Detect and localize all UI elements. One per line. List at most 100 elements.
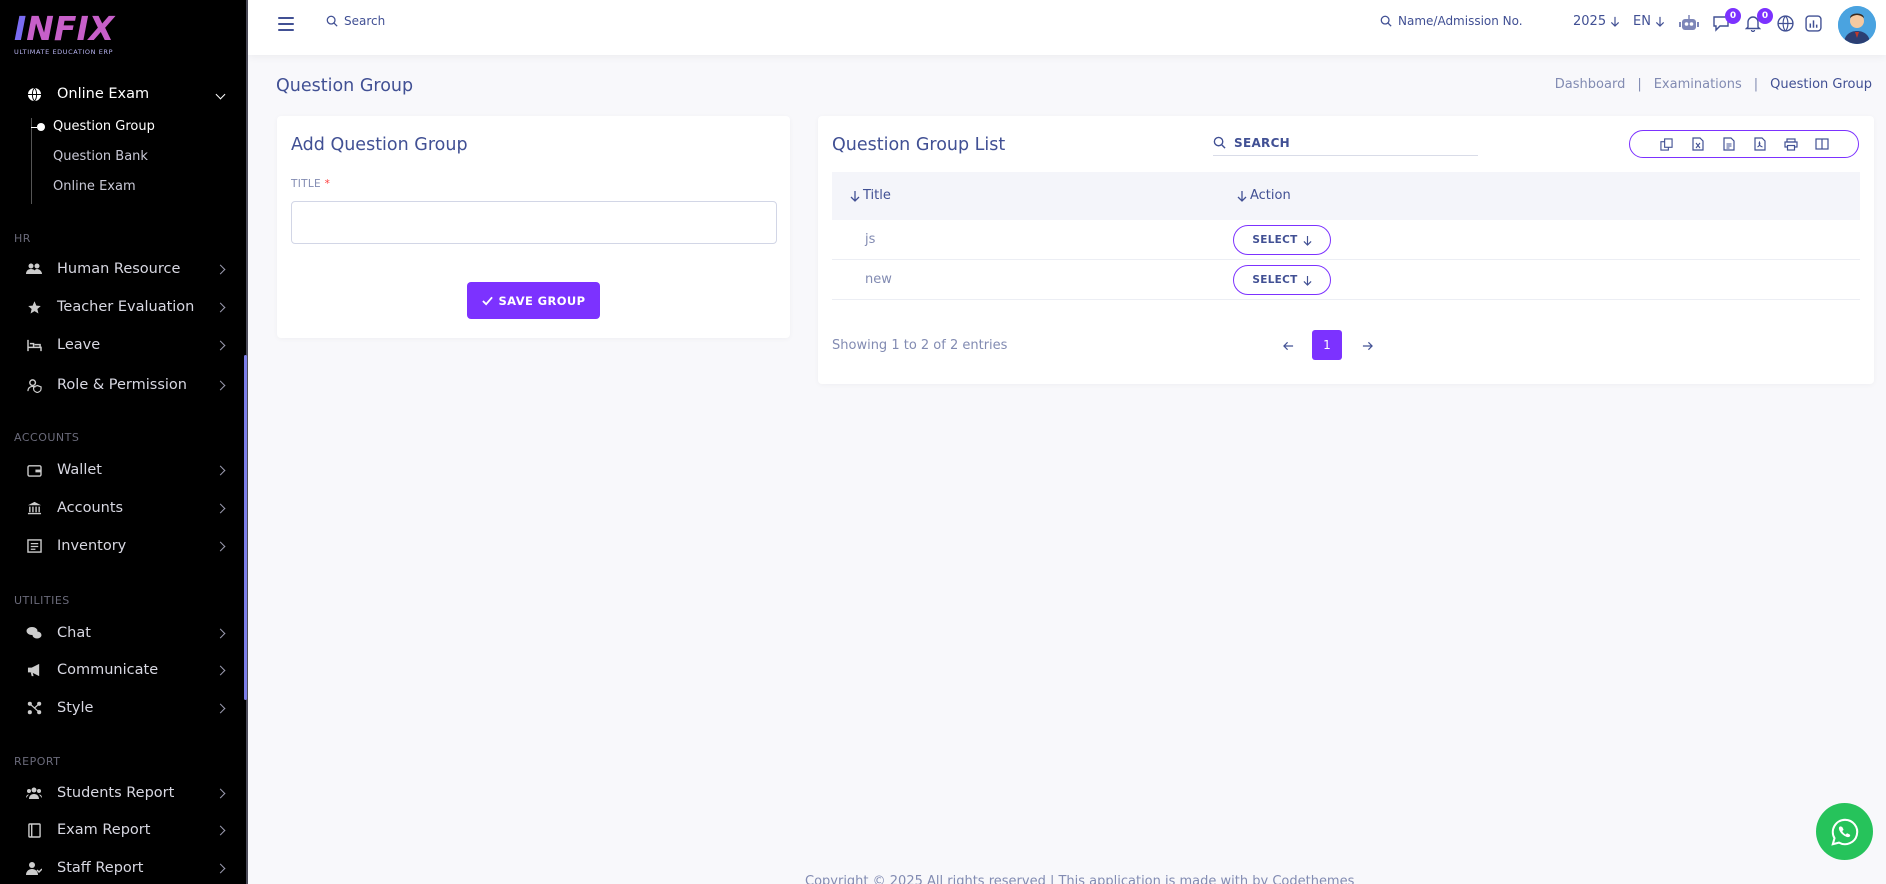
sidebar: INFIX ULTIMATE EDUCATION ERP Online Exam…	[0, 0, 246, 884]
sidebar-item-role-permission[interactable]: Role & Permission	[0, 370, 246, 400]
chevron-right-icon	[215, 703, 226, 713]
row-title: js	[865, 232, 876, 247]
chevron-right-icon	[215, 541, 226, 551]
sidebar-item-leave[interactable]: Leave	[0, 330, 246, 360]
student-search-label: Name/Admission No.	[1398, 14, 1523, 28]
student-search[interactable]: Name/Admission No.	[1380, 14, 1523, 28]
megaphone-icon	[25, 661, 43, 679]
column-header-action[interactable]: Action	[1237, 188, 1291, 203]
breadcrumb-examinations[interactable]: Examinations	[1654, 77, 1742, 92]
sidebar-subitem-online-exam[interactable]: Online Exam	[53, 179, 136, 194]
analytics-icon[interactable]	[1802, 12, 1824, 34]
book-icon	[25, 821, 43, 839]
chat-bubble-icon[interactable]: 0	[1710, 8, 1741, 34]
sidebar-subitem-question-group[interactable]: Question Group	[53, 119, 155, 134]
sidebar-item-label: Exam Report	[57, 822, 151, 838]
sidebar-subitem-question-bank[interactable]: Question Bank	[53, 149, 148, 164]
language-value: EN	[1633, 14, 1651, 29]
arrow-down-icon	[1611, 16, 1620, 27]
column-header-label: Title	[863, 188, 891, 203]
sidebar-item-style[interactable]: Style	[0, 693, 246, 723]
whatsapp-icon	[1830, 818, 1858, 846]
required-mark: *	[324, 178, 331, 190]
logo-wordmark: INFIX	[14, 9, 115, 48]
excel-icon[interactable]	[1682, 132, 1713, 156]
title-input[interactable]	[291, 201, 777, 244]
chevron-right-icon	[215, 340, 226, 350]
sidebar-item-students-report[interactable]: Students Report	[0, 778, 246, 808]
logo[interactable]: INFIX ULTIMATE EDUCATION ERP	[14, 12, 124, 58]
sidebar-item-wallet[interactable]: Wallet	[0, 455, 246, 485]
select-label: SELECT	[1252, 234, 1298, 246]
globe-icon[interactable]	[1774, 12, 1796, 34]
star-icon	[25, 298, 43, 316]
pagination-next-icon[interactable]	[1357, 336, 1377, 356]
export-toolbar	[1629, 130, 1859, 158]
select-label: SELECT	[1252, 274, 1298, 286]
robot-icon[interactable]	[1678, 12, 1700, 34]
sidebar-scrollbar[interactable]	[244, 355, 247, 700]
search-icon	[326, 15, 338, 27]
check-icon	[481, 296, 493, 306]
copy-icon[interactable]	[1651, 132, 1682, 156]
language-selector[interactable]: EN	[1633, 14, 1665, 29]
chevron-right-icon	[215, 665, 226, 675]
row-title: new	[865, 272, 892, 287]
sidebar-item-label: Staff Report	[57, 860, 144, 876]
sidebar-item-label: Accounts	[57, 500, 124, 516]
sidebar-item-staff-report[interactable]: Staff Report	[0, 853, 246, 883]
bed-icon	[25, 336, 43, 354]
avatar[interactable]	[1838, 6, 1876, 44]
save-group-button[interactable]: SAVE GROUP	[467, 282, 600, 319]
column-header-title[interactable]: Title	[850, 188, 891, 203]
sidebar-item-exam-report[interactable]: Exam Report	[0, 815, 246, 845]
breadcrumb-dashboard[interactable]: Dashboard	[1555, 77, 1626, 92]
title-label-text: TITLE	[291, 178, 321, 190]
hamburger-menu-icon[interactable]	[278, 17, 294, 31]
select-action-button[interactable]: SELECT	[1233, 265, 1331, 295]
sidebar-item-human-resource[interactable]: Human Resource	[0, 254, 246, 284]
arrow-down-icon	[1303, 275, 1312, 286]
sidebar-item-label: Chat	[57, 625, 91, 641]
sidebar-item-teacher-evaluation[interactable]: Teacher Evaluation	[0, 292, 246, 322]
bell-icon[interactable]: 0	[1742, 8, 1773, 34]
global-search[interactable]: Search	[326, 14, 385, 28]
whatsapp-button[interactable]	[1816, 803, 1873, 860]
user-shield-icon	[25, 376, 43, 394]
chevron-right-icon	[215, 380, 226, 390]
arrow-down-icon	[1655, 16, 1665, 27]
question-group-list-card: Question Group List SEARCH Title Action …	[818, 116, 1874, 384]
arrow-down-icon	[1303, 235, 1312, 246]
sidebar-item-chat[interactable]: Chat	[0, 618, 246, 648]
sort-arrow-icon	[850, 190, 860, 202]
sidebar-item-communicate[interactable]: Communicate	[0, 655, 246, 685]
sidebar-item-online-exam[interactable]: Online Exam	[0, 79, 246, 109]
pagination-page[interactable]: 1	[1312, 330, 1342, 360]
pagination-prev-icon[interactable]	[1278, 336, 1298, 356]
chevron-down-icon	[215, 89, 226, 99]
bank-icon	[25, 499, 43, 517]
chevron-right-icon	[215, 302, 226, 312]
select-action-button[interactable]: SELECT	[1233, 225, 1331, 255]
list-search-input[interactable]: SEARCH	[1213, 130, 1478, 156]
active-dot-icon	[37, 123, 45, 131]
users-icon	[25, 260, 43, 278]
form-title: Add Question Group	[291, 135, 468, 155]
pdf-icon[interactable]	[1744, 132, 1775, 156]
sidebar-item-accounts[interactable]: Accounts	[0, 493, 246, 523]
sidebar-item-inventory[interactable]: Inventory	[0, 531, 246, 561]
sidebar-item-label: Human Resource	[57, 261, 181, 277]
sidebar-item-label: Wallet	[57, 462, 102, 478]
year-value: 2025	[1573, 14, 1607, 29]
sidebar-item-label: Students Report	[57, 785, 175, 801]
sidebar-section-report: REPORT	[14, 755, 61, 768]
sidebar-item-label: Inventory	[57, 538, 127, 554]
csv-icon[interactable]	[1713, 132, 1744, 156]
print-icon[interactable]	[1775, 132, 1806, 156]
breadcrumb-separator: |	[1753, 77, 1759, 92]
list-search-placeholder: SEARCH	[1234, 135, 1291, 150]
year-selector[interactable]: 2025	[1573, 14, 1620, 29]
columns-icon[interactable]	[1806, 132, 1837, 156]
sidebar-item-label: Style	[57, 700, 94, 716]
chevron-right-icon	[215, 788, 226, 798]
